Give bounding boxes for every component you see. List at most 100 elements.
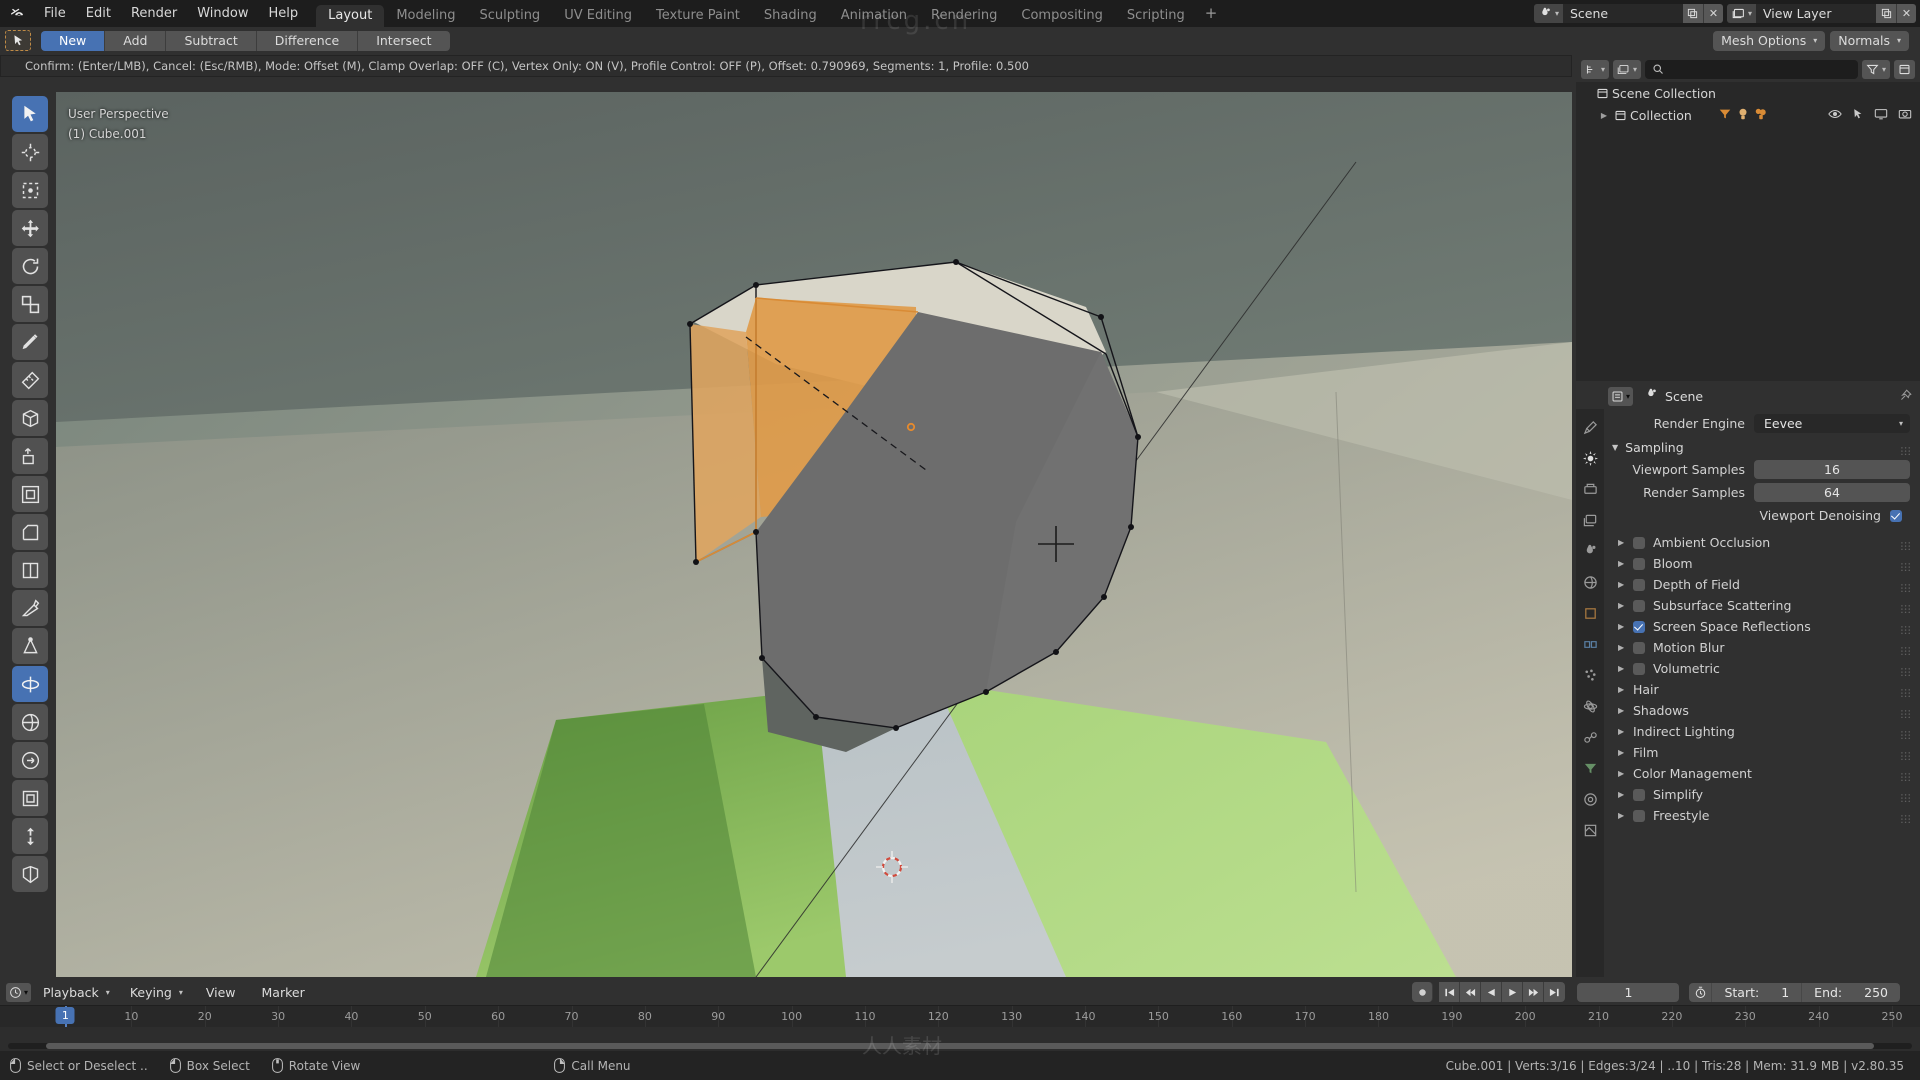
- light-icon[interactable]: [1736, 107, 1750, 124]
- edge-slide-icon[interactable]: [12, 742, 48, 778]
- disclosure-triangle-icon[interactable]: ▶: [1618, 748, 1625, 757]
- frame-start-field[interactable]: Start: 1: [1711, 982, 1801, 1002]
- disclosure-triangle-icon[interactable]: ▶: [1618, 685, 1625, 694]
- menu-render[interactable]: Render: [121, 0, 187, 27]
- outliner-row-scene-collection[interactable]: Scene Collection: [1576, 82, 1920, 104]
- tab-render-icon[interactable]: [1580, 448, 1600, 468]
- rip-region-icon[interactable]: [12, 856, 48, 892]
- viewport-denoising-checkbox[interactable]: [1890, 509, 1902, 522]
- unlink-scene-button[interactable]: ✕: [1702, 4, 1723, 23]
- tab-tool-icon[interactable]: [1580, 417, 1600, 437]
- spin-icon[interactable]: [12, 666, 48, 702]
- prev-keyframe-icon[interactable]: [1460, 982, 1482, 1002]
- menu-edit[interactable]: Edit: [76, 0, 121, 27]
- shrink-fatten-icon[interactable]: [12, 780, 48, 816]
- playback-menu[interactable]: Playback ▾: [35, 982, 118, 1002]
- jump-start-icon[interactable]: [1439, 982, 1461, 1002]
- view-layer-name[interactable]: View Layer: [1756, 4, 1876, 23]
- disclosure-triangle-icon[interactable]: ▶: [1618, 811, 1625, 820]
- outliner-mode-icon[interactable]: ▾: [1581, 59, 1610, 79]
- shear-icon[interactable]: [12, 818, 48, 854]
- tab-view-layer-icon[interactable]: [1580, 510, 1600, 530]
- rotate-icon[interactable]: [12, 248, 48, 284]
- inset-faces-icon[interactable]: [12, 476, 48, 512]
- select-box-icon[interactable]: [12, 172, 48, 208]
- outliner-row-collection[interactable]: ▶ Collection: [1576, 104, 1920, 126]
- properties-editor-icon[interactable]: ▾: [1608, 386, 1634, 406]
- mesh-options-dropdown[interactable]: Mesh Options ▾: [1713, 30, 1826, 51]
- outliner-search-input[interactable]: [1645, 59, 1858, 79]
- timeline-track[interactable]: [0, 1027, 1920, 1051]
- record-icon[interactable]: [1412, 982, 1434, 1002]
- section-ambient-occlusion[interactable]: ▶ Ambient Occlusion: [1604, 532, 1920, 553]
- tab-animation[interactable]: Animation: [829, 5, 919, 27]
- disclosure-triangle-icon[interactable]: ▶: [1618, 622, 1625, 631]
- tab-scene-icon[interactable]: [1580, 541, 1600, 561]
- tab-texture-icon[interactable]: [1580, 820, 1600, 840]
- disclosure-triangle-icon[interactable]: ▶: [1598, 111, 1610, 120]
- section-subsurface-scattering[interactable]: ▶ Subsurface Scattering: [1604, 595, 1920, 616]
- knife-icon[interactable]: [12, 590, 48, 626]
- timeline-editor-icon[interactable]: ▾: [6, 982, 32, 1002]
- view-layer-icon[interactable]: ▾: [1726, 4, 1756, 23]
- disclosure-triangle-icon[interactable]: ▶: [1618, 706, 1625, 715]
- camera-icon[interactable]: [1754, 107, 1768, 124]
- disclosure-triangle-icon[interactable]: ▶: [1618, 664, 1625, 673]
- menu-help[interactable]: Help: [259, 0, 309, 27]
- next-keyframe-icon[interactable]: [1523, 982, 1545, 1002]
- depth-of-field-checkbox[interactable]: [1633, 578, 1645, 591]
- keying-menu[interactable]: Keying ▾: [121, 982, 191, 1002]
- frame-end-field[interactable]: End: 250: [1801, 982, 1900, 1002]
- boolean-new-button[interactable]: New: [41, 30, 106, 51]
- freestyle-checkbox[interactable]: [1633, 809, 1645, 822]
- menu-file[interactable]: File: [34, 0, 76, 27]
- mesh-data-icon[interactable]: [1718, 107, 1732, 124]
- scene-name[interactable]: Scene: [1562, 4, 1683, 23]
- boolean-intersect-button[interactable]: Intersect: [358, 30, 450, 51]
- camera-render-icon[interactable]: [1898, 107, 1912, 124]
- sampling-panel-header[interactable]: ▼ Sampling: [1604, 436, 1920, 459]
- render-engine-select[interactable]: Eevee ▾: [1754, 414, 1910, 433]
- tab-scripting[interactable]: Scripting: [1115, 5, 1197, 27]
- pin-icon[interactable]: [1899, 387, 1912, 406]
- normals-dropdown[interactable]: Normals ▾: [1830, 30, 1909, 51]
- add-workspace-button[interactable]: +: [1197, 0, 1226, 27]
- jump-end-icon[interactable]: [1544, 982, 1566, 1002]
- tweak-select-icon[interactable]: [12, 96, 48, 132]
- annotate-icon[interactable]: [12, 324, 48, 360]
- section-shadows[interactable]: ▶ Shadows: [1604, 700, 1920, 721]
- simplify-checkbox[interactable]: [1633, 788, 1645, 801]
- bloom-checkbox[interactable]: [1633, 557, 1645, 570]
- menu-window[interactable]: Window: [187, 0, 258, 27]
- disclosure-triangle-icon[interactable]: ▶: [1618, 601, 1625, 610]
- timeline-horizontal-scrollbar[interactable]: [8, 1043, 1912, 1049]
- poly-build-icon[interactable]: [12, 628, 48, 664]
- tab-output-icon[interactable]: [1580, 479, 1600, 499]
- viewport-3d[interactable]: User Perspective (1) Cube.001: [56, 92, 1572, 977]
- marker-menu[interactable]: Marker: [251, 983, 316, 1002]
- remove-view-layer-button[interactable]: ✕: [1896, 4, 1916, 23]
- section-freestyle[interactable]: ▶ Freestyle: [1604, 805, 1920, 826]
- viewport-samples-field[interactable]: 16: [1754, 460, 1910, 479]
- render-samples-field[interactable]: 64: [1754, 483, 1910, 502]
- motion-blur-checkbox[interactable]: [1633, 641, 1645, 654]
- disclosure-triangle-icon[interactable]: ▶: [1618, 727, 1625, 736]
- play-reverse-icon[interactable]: [1481, 982, 1503, 1002]
- playhead-label[interactable]: 1: [55, 1007, 75, 1024]
- loop-cut-icon[interactable]: [12, 552, 48, 588]
- smooth-icon[interactable]: [12, 704, 48, 740]
- section-indirect-lighting[interactable]: ▶ Indirect Lighting: [1604, 721, 1920, 742]
- section-bloom[interactable]: ▶ Bloom: [1604, 553, 1920, 574]
- cursor-select-icon[interactable]: [5, 30, 31, 51]
- cursor-select-icon[interactable]: [1852, 108, 1864, 123]
- filter-icon[interactable]: ▾: [1861, 59, 1890, 79]
- tab-data-icon[interactable]: [1580, 758, 1600, 778]
- screen-icon[interactable]: [1874, 107, 1888, 124]
- disclosure-triangle-icon[interactable]: ▶: [1618, 559, 1625, 568]
- section-hair[interactable]: ▶ Hair: [1604, 679, 1920, 700]
- ambient-occlusion-checkbox[interactable]: [1633, 536, 1645, 549]
- tab-world-icon[interactable]: [1580, 572, 1600, 592]
- tab-texture-paint[interactable]: Texture Paint: [644, 5, 752, 27]
- disclosure-triangle-icon[interactable]: ▶: [1618, 790, 1625, 799]
- clock-icon[interactable]: [1689, 983, 1711, 1002]
